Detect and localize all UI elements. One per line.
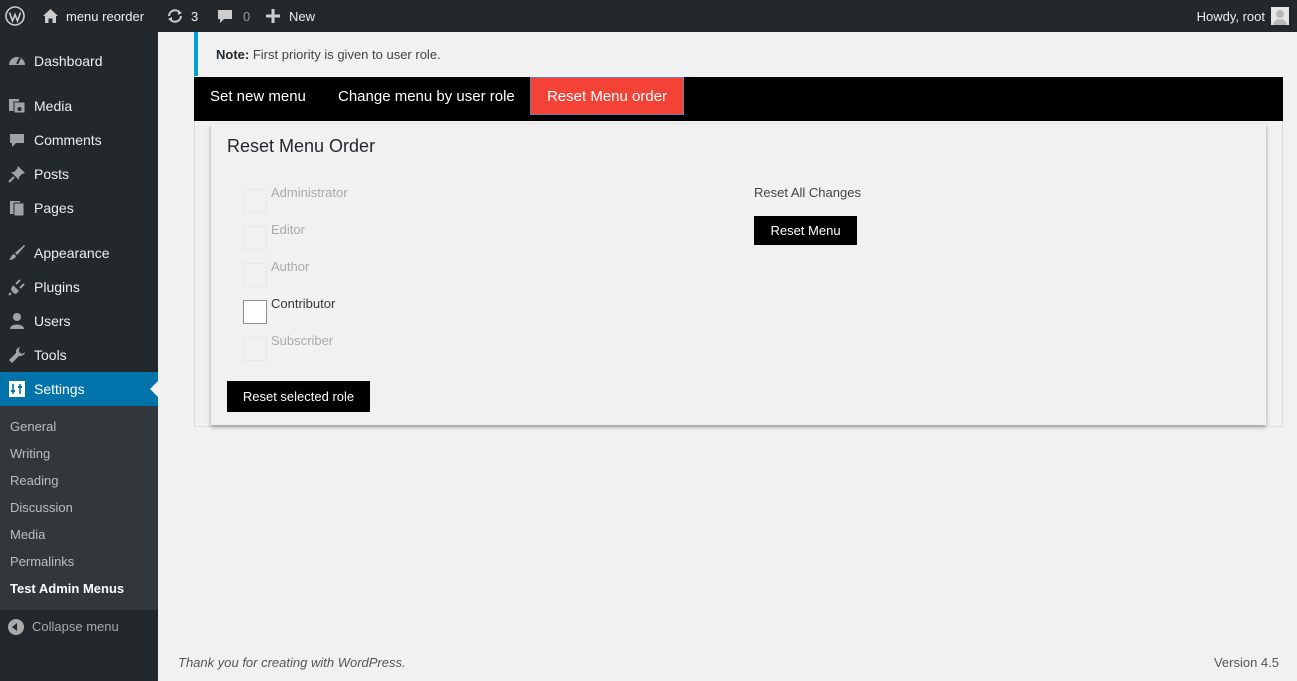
pages-icon — [7, 198, 27, 218]
sidebar-item-comments[interactable]: Comments — [0, 123, 158, 157]
settings-submenu: General Writing Reading Discussion Media… — [0, 406, 158, 610]
sidebar-item-users[interactable]: Users — [0, 304, 158, 338]
collapse-arrow-icon — [8, 619, 24, 635]
submenu-item-permalinks[interactable]: Permalinks — [10, 554, 74, 569]
footer-version: Version 4.5 — [1213, 655, 1279, 670]
plug-icon — [7, 277, 27, 297]
site-name: menu reorder — [66, 8, 145, 24]
role-label[interactable]: Contributor — [271, 296, 335, 311]
sidebar-item-posts[interactable]: Posts — [0, 157, 158, 191]
user-icon — [7, 311, 27, 331]
wordpress-logo-icon[interactable] — [5, 0, 25, 32]
notice-strong: Note: — [216, 47, 250, 62]
role-checkbox-administrator — [243, 189, 267, 213]
avatar — [1271, 7, 1289, 25]
sidebar-item-settings[interactable]: Settings — [0, 372, 158, 406]
notice-message: First priority is given to user role. — [249, 47, 441, 62]
submenu-item-writing[interactable]: Writing — [10, 446, 50, 461]
settings-icon — [7, 379, 27, 399]
comments-icon — [7, 130, 27, 150]
submenu-item-discussion[interactable]: Discussion — [10, 500, 73, 515]
site-name-link[interactable]: menu reorder — [42, 0, 144, 32]
role-label: Administrator — [271, 185, 348, 200]
media-icon — [7, 96, 27, 116]
plus-icon — [266, 9, 280, 23]
role-checkbox-contributor[interactable] — [243, 300, 267, 324]
sidebar-item-plugins[interactable]: Plugins — [0, 270, 158, 304]
card-title: Reset Menu Order — [227, 136, 376, 156]
home-icon — [43, 9, 58, 23]
updates-icon — [168, 9, 182, 23]
submenu-item-test-admin-menus[interactable]: Test Admin Menus — [10, 581, 124, 596]
role-checkbox-editor — [243, 226, 267, 250]
new-content-link[interactable]: New — [266, 0, 315, 32]
admin-sidebar: Dashboard Media Comments Posts Pages App… — [0, 32, 158, 681]
admin-bar: menu reorder 3 0 New Howdy, root — [0, 0, 1297, 32]
sidebar-item-tools[interactable]: Tools — [0, 338, 158, 372]
my-account-link[interactable]: Howdy, root — [1197, 0, 1289, 32]
tab-set-new-menu[interactable]: Set new menu — [210, 77, 306, 115]
updates-count: 3 — [191, 8, 199, 24]
tab-bar: Set new menu Change menu by user role Re… — [194, 77, 1283, 121]
howdy-text: Howdy, root — [1196, 8, 1265, 24]
collapse-menu-button[interactable]: Collapse menu — [0, 612, 158, 642]
submenu-item-general[interactable]: General — [10, 419, 56, 434]
footer-thanks: Thank you for creating with WordPress. — [178, 655, 406, 670]
brush-icon — [7, 243, 27, 263]
comments-count: 0 — [243, 8, 251, 24]
comment-bubble-icon — [218, 10, 232, 23]
reset-all-heading: Reset All Changes — [754, 185, 861, 200]
wrench-icon — [7, 345, 27, 365]
reset-menu-button[interactable]: Reset Menu — [754, 216, 857, 245]
pin-icon — [7, 164, 27, 184]
updates-link[interactable]: 3 — [166, 0, 198, 32]
role-checkbox-subscriber — [243, 337, 267, 361]
sidebar-item-appearance[interactable]: Appearance — [0, 236, 158, 270]
reset-menu-card: Reset Menu Order Administrator Editor Au… — [211, 124, 1266, 425]
dashboard-icon — [7, 51, 27, 71]
role-checkbox-author — [243, 263, 267, 287]
reset-selected-role-button[interactable]: Reset selected role — [227, 381, 370, 412]
submenu-item-media[interactable]: Media — [10, 527, 45, 542]
sidebar-item-pages[interactable]: Pages — [0, 191, 158, 225]
tab-reset-menu-order[interactable]: Reset Menu order — [530, 77, 684, 115]
role-label: Author — [271, 259, 310, 274]
tab-change-menu-by-user-role[interactable]: Change menu by user role — [338, 77, 515, 115]
sidebar-item-media[interactable]: Media — [0, 89, 158, 123]
role-label: Editor — [271, 222, 305, 237]
collapse-menu-label: Collapse menu — [32, 619, 119, 634]
notice-text: Note: First priority is given to user ro… — [216, 47, 441, 62]
new-label: New — [289, 8, 316, 24]
role-label: Subscriber — [271, 333, 334, 348]
notice-bar: Note: First priority is given to user ro… — [194, 32, 1283, 76]
comments-link[interactable]: 0 — [217, 0, 250, 32]
sidebar-item-dashboard[interactable]: Dashboard — [0, 44, 158, 78]
submenu-item-reading[interactable]: Reading — [10, 473, 58, 488]
